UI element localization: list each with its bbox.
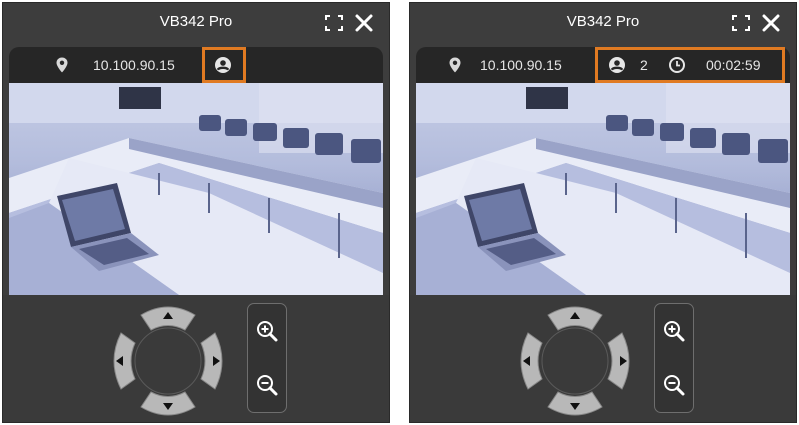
camera-video-feed: [9, 83, 383, 295]
highlight-box: [202, 47, 246, 83]
camera-window-right: VB342 Pro 10.100.90.15 2 00:02:59: [409, 2, 797, 423]
info-bar: 10.100.90.15: [9, 47, 383, 83]
zoom-controls: [654, 303, 694, 413]
close-icon[interactable]: [760, 13, 782, 33]
pan-up-button[interactable]: [547, 306, 603, 331]
ptz-direction-pad: [113, 306, 223, 416]
camera-controls: [410, 295, 796, 422]
camera-controls: [3, 295, 389, 422]
ptz-direction-pad: [520, 306, 630, 416]
close-icon[interactable]: [353, 13, 375, 33]
pan-down-button[interactable]: [547, 391, 603, 416]
ip-address: 10.100.90.15: [93, 57, 175, 73]
ip-address: 10.100.90.15: [480, 57, 562, 73]
title-bar: VB342 Pro: [3, 3, 389, 43]
info-bar: 10.100.90.15 2 00:02:59: [416, 47, 790, 83]
zoom-controls: [247, 303, 287, 413]
pan-up-button[interactable]: [140, 306, 196, 331]
location-pin-icon: [56, 57, 68, 73]
location-indicator: [446, 47, 464, 83]
zoom-in-icon[interactable]: [254, 318, 280, 344]
camera-video-feed: [416, 83, 790, 295]
pan-right-button[interactable]: [607, 332, 630, 390]
highlight-box: [595, 47, 785, 83]
zoom-out-icon[interactable]: [254, 372, 280, 398]
pan-right-button[interactable]: [200, 332, 223, 390]
conference-room-image: [9, 83, 383, 295]
camera-window-left: VB342 Pro 10.100.90.15: [2, 2, 390, 423]
location-pin-icon: [449, 57, 461, 73]
location-indicator: [53, 47, 71, 83]
conference-room-image: [416, 83, 790, 295]
title-bar: VB342 Pro: [410, 3, 796, 43]
fullscreen-icon[interactable]: [323, 13, 345, 33]
zoom-out-icon[interactable]: [661, 372, 687, 398]
pan-left-button[interactable]: [113, 332, 136, 390]
pan-left-button[interactable]: [520, 332, 543, 390]
pan-down-button[interactable]: [140, 391, 196, 416]
fullscreen-icon[interactable]: [730, 13, 752, 33]
zoom-in-icon[interactable]: [661, 318, 687, 344]
